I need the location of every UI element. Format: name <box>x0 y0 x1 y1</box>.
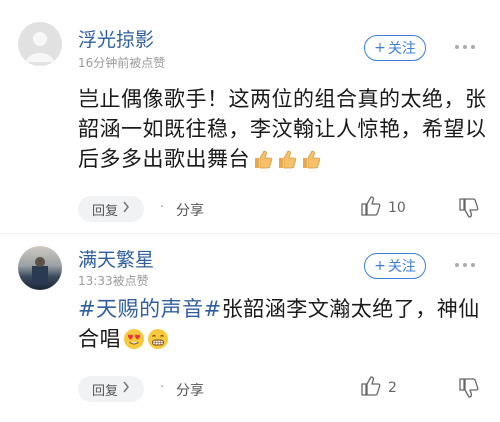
hashtag-link[interactable]: #天赐的声音# <box>78 297 222 321</box>
like-button[interactable]: 2 <box>360 375 397 401</box>
like-count: 2 <box>388 380 397 396</box>
username[interactable]: 浮光掠影 <box>78 25 154 52</box>
like-button[interactable]: 10 <box>360 195 406 221</box>
comment-item: 满天繁星 13:33被点赞 + 关注 #天赐的声音#张韶涵李文瀚太绝了，神仙合唱… <box>0 236 500 422</box>
like-count: 10 <box>388 200 406 216</box>
thumbs-up-outline-icon <box>360 375 382 401</box>
dislike-button[interactable] <box>458 377 480 403</box>
avatar[interactable] <box>18 246 62 290</box>
plus-icon: + <box>374 40 386 56</box>
thumbs-up-icon <box>300 148 322 178</box>
chevron-right-icon <box>122 201 130 217</box>
reply-label: 回复 <box>91 383 118 399</box>
more-options-icon[interactable] <box>455 45 475 49</box>
divider <box>0 233 500 234</box>
plus-icon: + <box>374 258 386 274</box>
comment-meta: 16分钟前被点赞 <box>78 56 166 70</box>
separator-dot: · <box>160 380 165 395</box>
separator-dot: · <box>160 200 165 215</box>
heart-eyes-icon <box>123 328 145 358</box>
comment-text: 岂止偶像歌手！这两位的组合真的太绝，张韶涵一如既往稳，李汶翰让人惊艳，希望以后多… <box>78 84 488 178</box>
follow-label: 关注 <box>387 259 416 275</box>
reply-button[interactable]: 回复 <box>78 376 144 402</box>
thumbs-down-outline-icon <box>459 198 479 218</box>
dislike-button[interactable] <box>458 197 480 223</box>
thumbs-up-outline-icon <box>360 195 382 221</box>
chevron-right-icon <box>122 381 130 397</box>
reply-button[interactable]: 回复 <box>78 196 144 222</box>
reply-label: 回复 <box>91 203 118 219</box>
share-button[interactable]: 分享 <box>176 200 204 220</box>
follow-button[interactable]: + 关注 <box>364 253 426 279</box>
follow-button[interactable]: + 关注 <box>364 35 426 61</box>
thumbs-up-icon <box>252 148 274 178</box>
share-button[interactable]: 分享 <box>176 380 204 400</box>
thumbs-up-icon <box>276 148 298 178</box>
comment-meta: 13:33被点赞 <box>78 274 149 288</box>
more-options-icon[interactable] <box>455 263 475 267</box>
thumbs-down-outline-icon <box>459 378 479 398</box>
comment-item: 浮光掠影 16分钟前被点赞 + 关注 岂止偶像歌手！这两位的组合真的太绝，张韶涵… <box>0 0 500 232</box>
grin-icon <box>147 328 169 358</box>
username[interactable]: 满天繁星 <box>78 245 154 272</box>
comment-text: #天赐的声音#张韶涵李文瀚太绝了，神仙合唱 <box>78 294 488 358</box>
follow-label: 关注 <box>387 41 416 57</box>
avatar[interactable] <box>18 22 62 66</box>
